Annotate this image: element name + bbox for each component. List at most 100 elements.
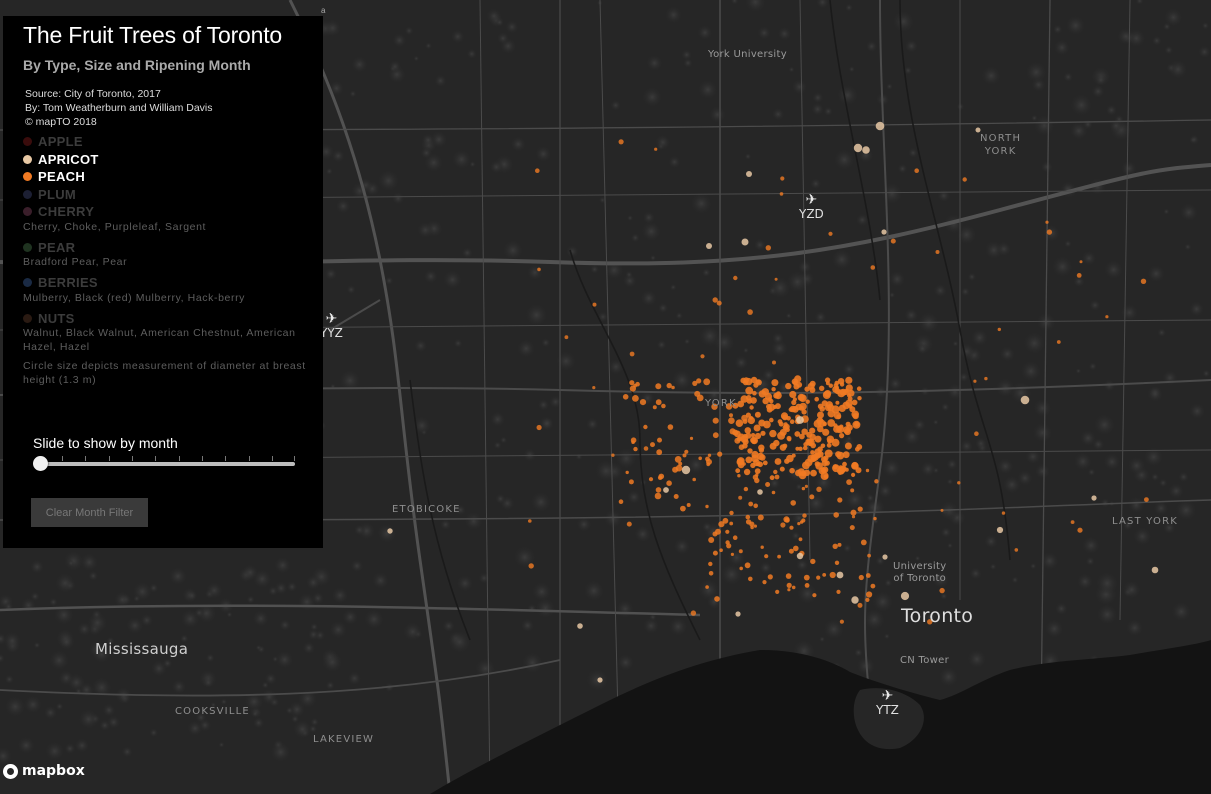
tree-point[interactable] xyxy=(782,443,788,449)
tree-point[interactable] xyxy=(940,508,944,512)
tree-point[interactable] xyxy=(779,466,785,472)
tree-point[interactable] xyxy=(788,548,794,554)
tree-point[interactable] xyxy=(847,389,855,397)
tree-point[interactable] xyxy=(658,473,665,480)
tree-point[interactable] xyxy=(849,406,856,413)
tree-point[interactable] xyxy=(625,470,629,475)
tree-point[interactable] xyxy=(828,231,833,236)
tree-point[interactable] xyxy=(786,582,792,589)
tree-point[interactable] xyxy=(706,243,712,249)
tree-point[interactable] xyxy=(686,503,691,507)
tree-point[interactable] xyxy=(754,468,761,474)
tree-point[interactable] xyxy=(1105,315,1109,319)
tree-point[interactable] xyxy=(839,619,845,624)
tree-point[interactable] xyxy=(652,405,657,410)
tree-point[interactable] xyxy=(935,250,940,254)
tree-point[interactable] xyxy=(836,414,842,420)
tree-point[interactable] xyxy=(850,509,857,516)
tree-point[interactable] xyxy=(712,531,718,537)
tree-point[interactable] xyxy=(1079,260,1083,264)
tree-point[interactable] xyxy=(771,379,779,387)
tree-point[interactable] xyxy=(842,426,851,434)
tree-point[interactable] xyxy=(735,468,741,474)
tree-point[interactable] xyxy=(784,517,790,523)
tree-point[interactable] xyxy=(681,465,691,475)
tree-point[interactable] xyxy=(821,459,828,467)
tree-point[interactable] xyxy=(789,405,797,413)
tree-point[interactable] xyxy=(775,589,780,595)
legend-item-pear[interactable]: PEAR xyxy=(23,239,323,257)
tree-point[interactable] xyxy=(790,500,796,506)
tree-point[interactable] xyxy=(774,458,782,465)
tree-point[interactable] xyxy=(791,399,797,406)
tree-point[interactable] xyxy=(900,591,910,601)
tree-point[interactable] xyxy=(836,451,845,460)
tree-point[interactable] xyxy=(656,449,663,456)
tree-point[interactable] xyxy=(939,587,945,594)
tree-point[interactable] xyxy=(750,433,756,438)
tree-point[interactable] xyxy=(536,424,542,431)
tree-point[interactable] xyxy=(1151,566,1159,574)
tree-point[interactable] xyxy=(797,522,801,526)
tree-point[interactable] xyxy=(839,424,844,429)
legend-item-peach[interactable]: PEACH xyxy=(23,168,323,186)
tree-point[interactable] xyxy=(741,414,748,422)
tree-point[interactable] xyxy=(794,375,802,383)
tree-point[interactable] xyxy=(804,583,810,588)
legend-item-apricot[interactable]: APRICOT xyxy=(23,151,323,169)
tree-point[interactable] xyxy=(789,390,797,399)
tree-point[interactable] xyxy=(618,499,624,505)
tree-point[interactable] xyxy=(673,494,679,499)
tree-point[interactable] xyxy=(622,394,629,400)
tree-point[interactable] xyxy=(845,421,851,427)
tree-point[interactable] xyxy=(629,351,635,357)
tree-point[interactable] xyxy=(817,403,824,409)
tree-point[interactable] xyxy=(862,146,870,154)
tree-point[interactable] xyxy=(857,396,862,401)
tree-point[interactable] xyxy=(696,394,704,402)
tree-point[interactable] xyxy=(867,553,871,558)
tree-point[interactable] xyxy=(655,487,662,493)
tree-point[interactable] xyxy=(914,168,919,173)
mapbox-attribution[interactable]: mapbox xyxy=(3,763,85,779)
tree-point[interactable] xyxy=(769,475,775,481)
tree-point[interactable] xyxy=(654,492,662,500)
tree-point[interactable] xyxy=(814,396,819,402)
tree-point[interactable] xyxy=(528,563,534,569)
tree-point[interactable] xyxy=(823,474,829,479)
tree-point[interactable] xyxy=(856,444,863,450)
tree-point[interactable] xyxy=(844,467,849,472)
tree-point[interactable] xyxy=(787,588,791,592)
tree-point[interactable] xyxy=(737,400,745,408)
tree-point[interactable] xyxy=(708,537,715,543)
tree-point[interactable] xyxy=(1046,229,1053,235)
tree-point[interactable] xyxy=(708,571,714,576)
tree-point[interactable] xyxy=(850,488,855,493)
tree-point[interactable] xyxy=(805,438,813,446)
tree-point[interactable] xyxy=(780,522,786,528)
tree-point[interactable] xyxy=(700,354,705,359)
legend-item-plum[interactable]: PLUM xyxy=(23,186,323,204)
tree-point[interactable] xyxy=(984,376,988,381)
month-slider[interactable] xyxy=(33,456,295,471)
tree-point[interactable] xyxy=(749,521,755,527)
tree-point[interactable] xyxy=(870,583,876,589)
tree-point[interactable] xyxy=(740,377,747,384)
tree-point[interactable] xyxy=(782,414,788,421)
tree-point[interactable] xyxy=(809,494,815,500)
tree-point[interactable] xyxy=(764,554,769,559)
tree-point[interactable] xyxy=(753,424,761,432)
tree-point[interactable] xyxy=(851,461,859,470)
tree-point[interactable] xyxy=(692,380,698,386)
tree-point[interactable] xyxy=(824,377,831,383)
tree-point[interactable] xyxy=(732,535,738,540)
tree-point[interactable] xyxy=(577,623,583,629)
tree-point[interactable] xyxy=(777,554,781,559)
tree-point[interactable] xyxy=(712,550,718,556)
tree-point[interactable] xyxy=(748,576,753,582)
tree-point[interactable] xyxy=(632,395,639,402)
tree-point[interactable] xyxy=(810,450,815,455)
tree-point[interactable] xyxy=(834,560,840,565)
tree-point[interactable] xyxy=(684,449,689,454)
tree-point[interactable] xyxy=(707,453,712,457)
